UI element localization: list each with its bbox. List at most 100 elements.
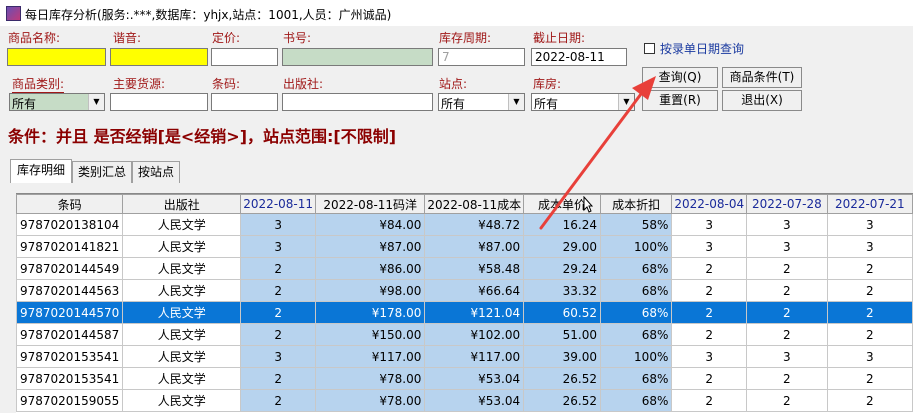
- cell-qty-0804[interactable]: 2: [671, 301, 748, 324]
- cell-qty-0728[interactable]: 2: [746, 389, 828, 412]
- cell-list-value[interactable]: ¥150.00: [315, 323, 426, 346]
- table-row[interactable]: 9787020153541 人民文学 2 ¥78.00 ¥53.04 26.52 68% 2 2…: [16, 367, 913, 390]
- cell-list-value[interactable]: ¥178.00: [315, 301, 426, 324]
- cell-unit-cost[interactable]: 51.00: [523, 323, 602, 346]
- cell-qty-0804[interactable]: 2: [671, 389, 748, 412]
- cell-cost-discount[interactable]: 100%: [600, 345, 673, 368]
- cell-qty-0811[interactable]: 3: [240, 213, 317, 236]
- book-no-input[interactable]: [282, 48, 433, 66]
- cell-qty-0811[interactable]: 3: [240, 235, 317, 258]
- tab-stock-detail[interactable]: 库存明细: [10, 159, 72, 183]
- cell-list-value[interactable]: ¥84.00: [315, 213, 426, 236]
- cell-qty-0721[interactable]: 3: [826, 213, 913, 236]
- cell-qty-0728[interactable]: 2: [746, 301, 828, 324]
- cell-publisher[interactable]: 人民文学: [122, 257, 242, 280]
- col-header-qty-0721[interactable]: 2022-07-21: [826, 194, 913, 214]
- cell-qty-0804[interactable]: 3: [671, 235, 748, 258]
- cell-barcode[interactable]: 9787020144587: [16, 323, 124, 346]
- end-date-input[interactable]: 2022-08-11: [531, 48, 627, 66]
- cell-cost[interactable]: ¥53.04: [424, 367, 525, 390]
- cell-qty-0721[interactable]: 3: [826, 345, 913, 368]
- product-name-input[interactable]: [7, 48, 106, 66]
- warehouse-select[interactable]: 所有 ▼: [531, 93, 635, 111]
- col-header-qty-0811[interactable]: 2022-08-11: [240, 194, 317, 214]
- cell-publisher[interactable]: 人民文学: [122, 279, 242, 302]
- cell-qty-0811[interactable]: 2: [240, 279, 317, 302]
- cell-cost-discount[interactable]: 58%: [600, 213, 673, 236]
- cell-qty-0804[interactable]: 2: [671, 367, 748, 390]
- category-select[interactable]: 所有 ▼: [9, 93, 105, 111]
- table-row[interactable]: 9787020144563 人民文学 2 ¥98.00 ¥66.64 33.32 68% 2 2…: [16, 279, 913, 302]
- single-date-checkbox[interactable]: [644, 43, 655, 54]
- cell-qty-0804[interactable]: 3: [671, 213, 748, 236]
- cell-qty-0721[interactable]: 2: [826, 257, 913, 280]
- cell-qty-0721[interactable]: 2: [826, 367, 913, 390]
- exit-button[interactable]: 退出(X): [722, 90, 802, 111]
- barcode-input[interactable]: [211, 93, 278, 111]
- chevron-down-icon[interactable]: ▼: [618, 94, 634, 110]
- cell-cost[interactable]: ¥58.48: [424, 257, 525, 280]
- cell-qty-0728[interactable]: 2: [746, 279, 828, 302]
- cell-list-value[interactable]: ¥87.00: [315, 235, 426, 258]
- cell-qty-0811[interactable]: 2: [240, 323, 317, 346]
- cell-publisher[interactable]: 人民文学: [122, 367, 242, 390]
- cell-unit-cost[interactable]: 26.52: [523, 389, 602, 412]
- cell-unit-cost[interactable]: 26.52: [523, 367, 602, 390]
- query-button[interactable]: 查询(Q): [642, 67, 718, 88]
- cell-barcode[interactable]: 9787020159055: [16, 389, 124, 412]
- cell-unit-cost[interactable]: 29.24: [523, 257, 602, 280]
- cell-qty-0804[interactable]: 3: [671, 345, 748, 368]
- cell-qty-0721[interactable]: 2: [826, 389, 913, 412]
- cell-list-value[interactable]: ¥86.00: [315, 257, 426, 280]
- table-row[interactable]: 9787020138104 人民文学 3 ¥84.00 ¥48.72 16.24 58% 3 3…: [16, 213, 913, 236]
- table-row[interactable]: 9787020144570 人民文学 2 ¥178.00 ¥121.04 60.52 68%…: [16, 301, 913, 324]
- col-header-publisher[interactable]: 出版社: [122, 194, 242, 214]
- cell-cost[interactable]: ¥121.04: [424, 301, 525, 324]
- cell-list-value[interactable]: ¥117.00: [315, 345, 426, 368]
- tab-by-site[interactable]: 按站点: [132, 161, 180, 183]
- cell-cost-discount[interactable]: 68%: [600, 257, 673, 280]
- cell-qty-0721[interactable]: 2: [826, 279, 913, 302]
- cell-list-value[interactable]: ¥78.00: [315, 367, 426, 390]
- col-header-qty-0728[interactable]: 2022-07-28: [746, 194, 828, 214]
- publisher-input[interactable]: [282, 93, 433, 111]
- cell-qty-0811[interactable]: 3: [240, 345, 317, 368]
- cell-unit-cost[interactable]: 16.24: [523, 213, 602, 236]
- product-conditions-button[interactable]: 商品条件(T): [722, 67, 802, 88]
- col-header-cost[interactable]: 2022-08-11成本: [424, 194, 525, 214]
- cell-cost-discount[interactable]: 100%: [600, 235, 673, 258]
- cell-qty-0728[interactable]: 3: [746, 213, 828, 236]
- cell-cost-discount[interactable]: 68%: [600, 279, 673, 302]
- cell-publisher[interactable]: 人民文学: [122, 389, 242, 412]
- cell-unit-cost[interactable]: 33.32: [523, 279, 602, 302]
- table-row[interactable]: 9787020144549 人民文学 2 ¥86.00 ¥58.48 29.24 68% 2 2…: [16, 257, 913, 280]
- cell-cost-discount[interactable]: 68%: [600, 301, 673, 324]
- cell-qty-0804[interactable]: 2: [671, 257, 748, 280]
- col-header-qty-0804[interactable]: 2022-08-04: [671, 194, 748, 214]
- cell-cost[interactable]: ¥117.00: [424, 345, 525, 368]
- cell-qty-0721[interactable]: 2: [826, 323, 913, 346]
- cell-cost[interactable]: ¥66.64: [424, 279, 525, 302]
- stock-period-input[interactable]: 7: [438, 48, 525, 66]
- cell-unit-cost[interactable]: 29.00: [523, 235, 602, 258]
- cell-qty-0811[interactable]: 2: [240, 301, 317, 324]
- cell-cost[interactable]: ¥53.04: [424, 389, 525, 412]
- price-input[interactable]: [211, 48, 278, 66]
- col-header-list-value[interactable]: 2022-08-11码洋: [315, 194, 426, 214]
- table-row[interactable]: 9787020159055 人民文学 2 ¥78.00 ¥53.04 26.52 68% 2 2…: [16, 389, 913, 412]
- chevron-down-icon[interactable]: ▼: [88, 94, 104, 110]
- cell-cost[interactable]: ¥48.72: [424, 213, 525, 236]
- cell-barcode[interactable]: 9787020144570: [16, 301, 124, 324]
- cell-qty-0728[interactable]: 2: [746, 323, 828, 346]
- cell-qty-0804[interactable]: 2: [671, 279, 748, 302]
- tab-category-summary[interactable]: 类别汇总: [72, 161, 132, 183]
- cell-qty-0804[interactable]: 2: [671, 323, 748, 346]
- chevron-down-icon[interactable]: ▼: [508, 94, 524, 110]
- cell-qty-0728[interactable]: 3: [746, 345, 828, 368]
- cell-cost[interactable]: ¥87.00: [424, 235, 525, 258]
- cell-qty-0811[interactable]: 2: [240, 257, 317, 280]
- cell-qty-0728[interactable]: 2: [746, 367, 828, 390]
- cell-barcode[interactable]: 9787020141821: [16, 235, 124, 258]
- reset-button[interactable]: 重置(R): [642, 90, 718, 111]
- pinyin-input[interactable]: [110, 48, 208, 66]
